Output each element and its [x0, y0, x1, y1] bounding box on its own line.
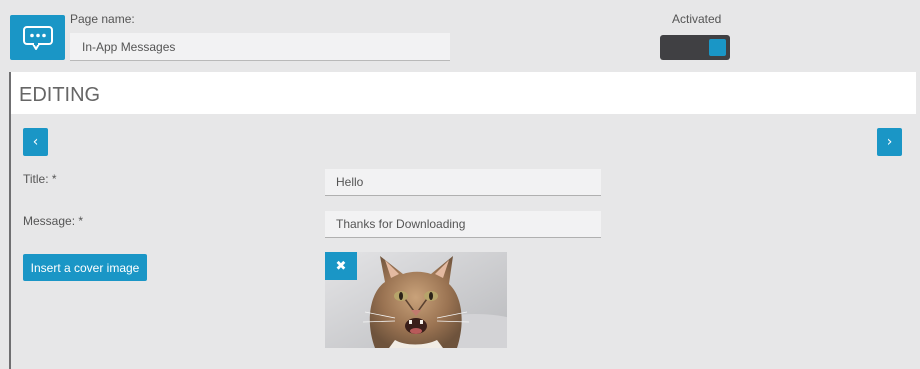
title-field[interactable]	[325, 169, 601, 196]
message-label: Message: *	[23, 214, 84, 228]
title-label: Title: *	[23, 172, 57, 186]
message-field[interactable]	[325, 211, 601, 238]
next-button[interactable]: ›	[877, 128, 902, 156]
activated-label: Activated	[672, 12, 722, 26]
editing-panel: EDITING ‹ › Title: * Message: * Insert a…	[9, 72, 920, 369]
remove-image-button[interactable]: ✖	[325, 252, 357, 280]
page-name-input[interactable]	[70, 33, 450, 61]
page-icon	[10, 15, 65, 60]
page-name-label: Page name:	[70, 12, 135, 26]
editing-header: EDITING	[11, 72, 916, 114]
chat-bubble-icon	[22, 25, 53, 50]
activated-toggle[interactable]	[660, 35, 730, 60]
toggle-knob[interactable]	[709, 39, 726, 56]
insert-cover-image-button[interactable]: Insert a cover image	[23, 254, 147, 281]
editing-title: EDITING	[19, 84, 101, 106]
previous-button[interactable]: ‹	[23, 128, 48, 156]
